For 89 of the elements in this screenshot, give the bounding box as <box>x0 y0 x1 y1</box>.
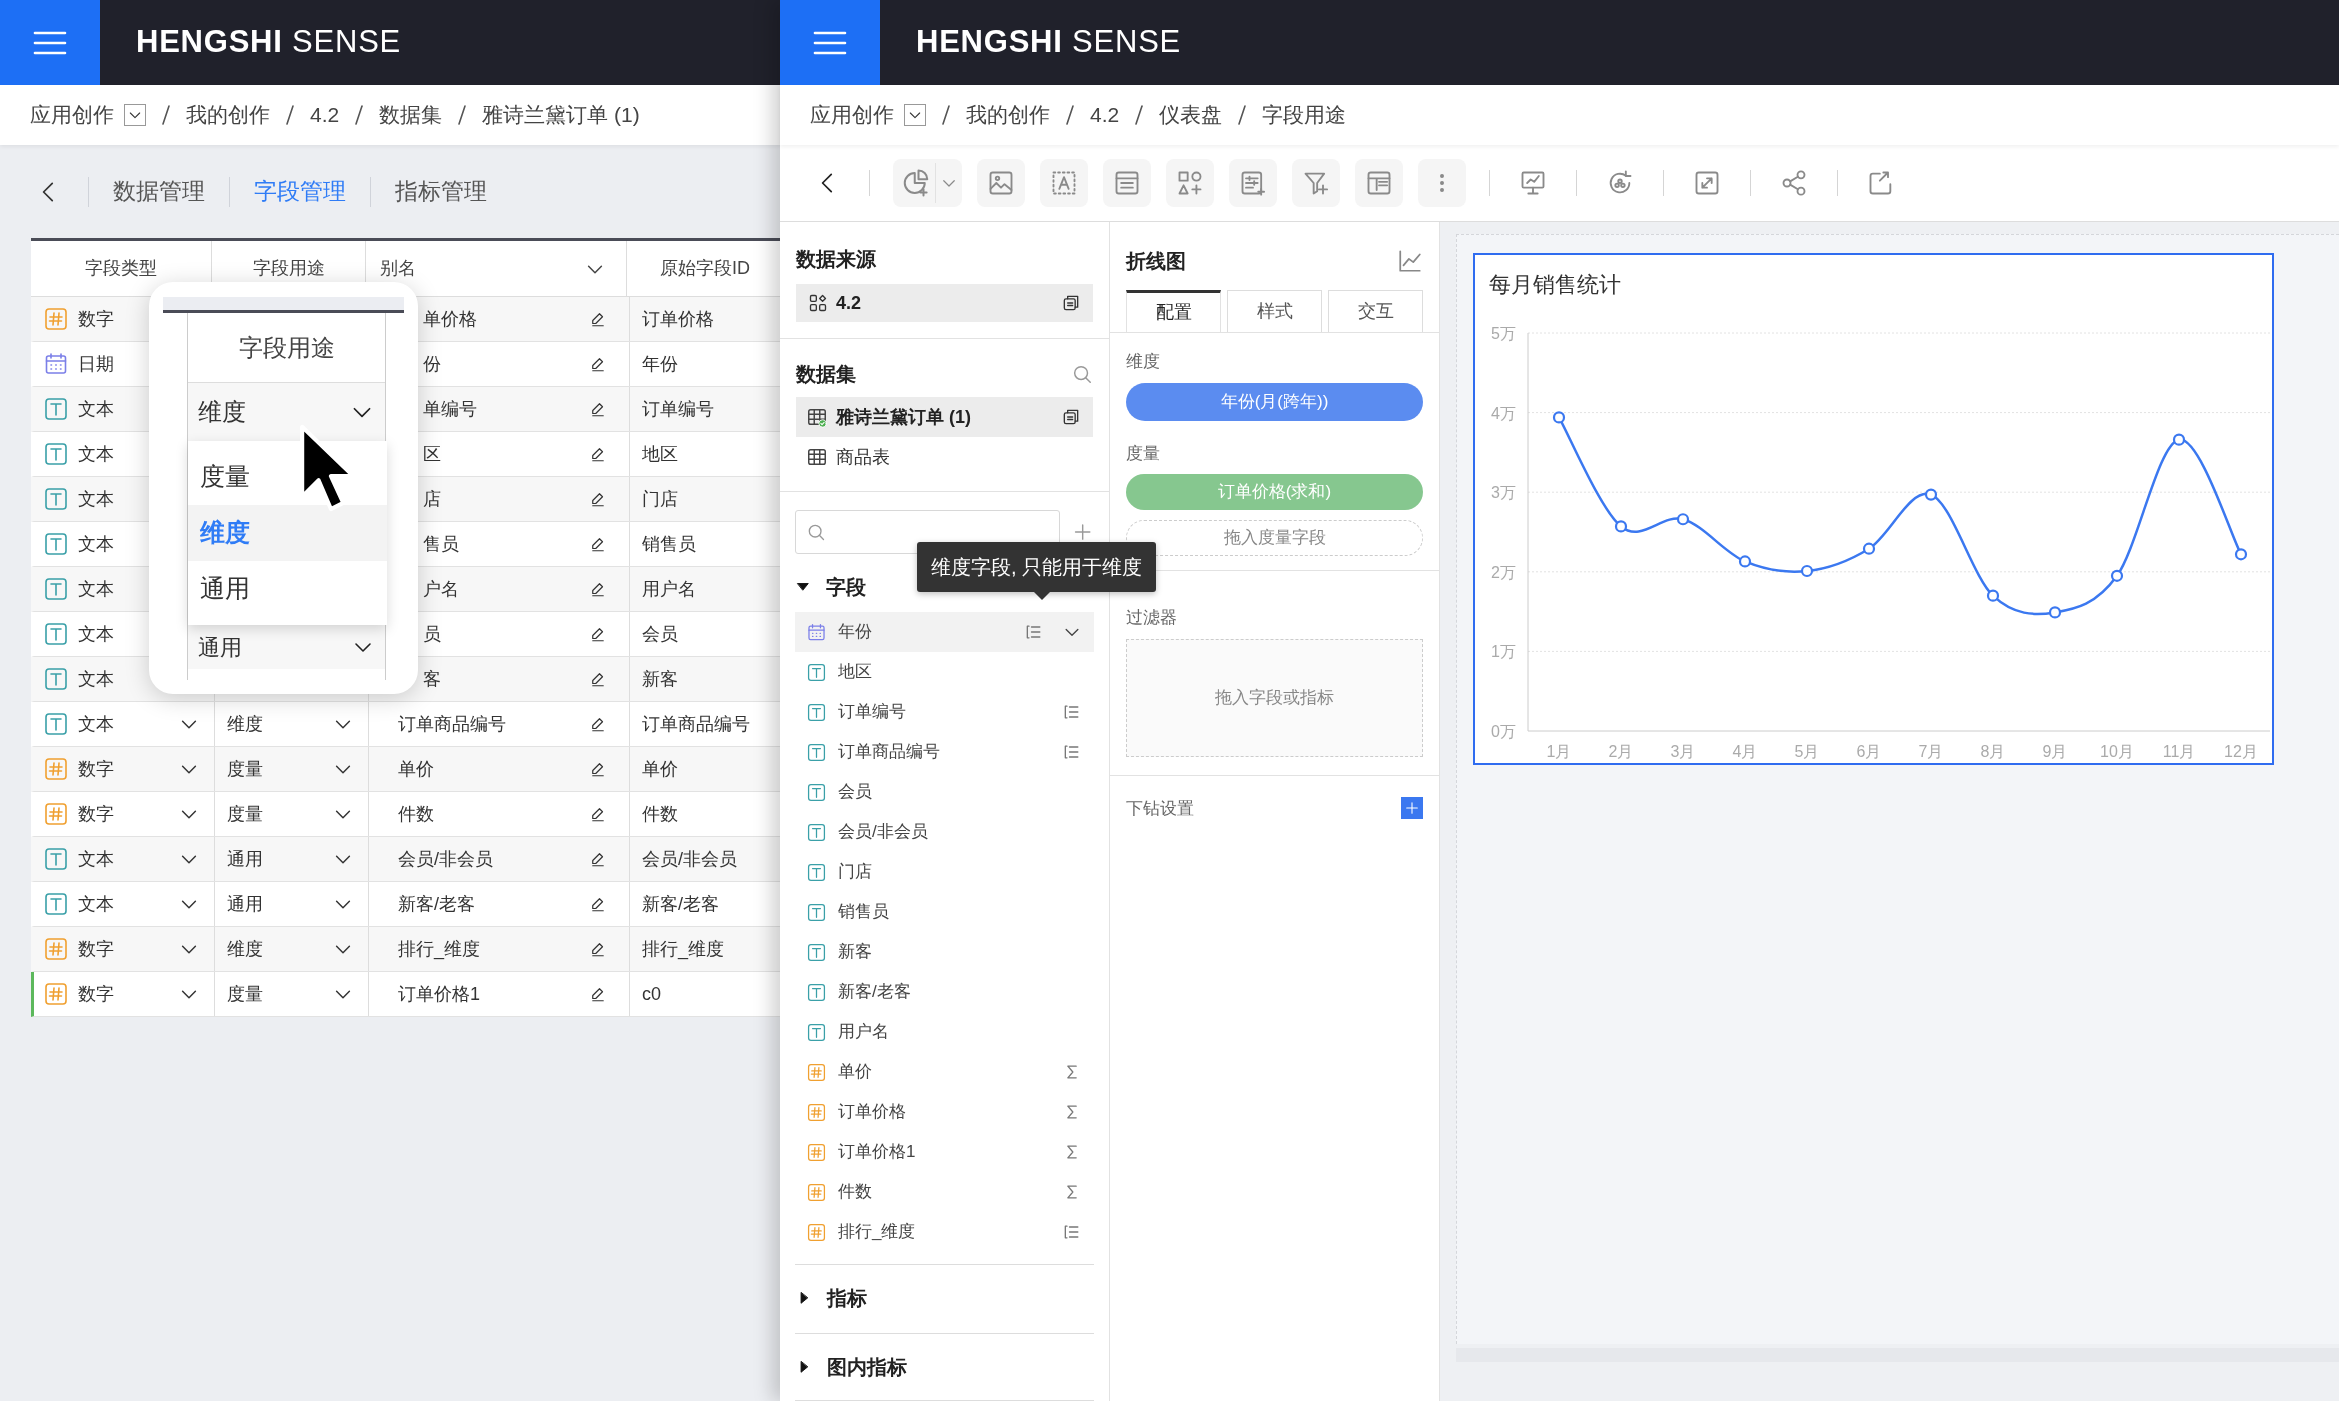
axis-tick-label: 11月 <box>2162 743 2196 760</box>
table-cell-text: 单价 <box>642 757 678 781</box>
table-cell-text: 数字 <box>78 802 115 826</box>
table-cell-text: 维度 <box>227 937 264 961</box>
table-cell-text: 文本 <box>78 712 115 736</box>
table-cell-text: 维度 <box>227 712 264 736</box>
table-cell-text: 数字 <box>78 937 115 961</box>
table-cell-text: 门店 <box>642 487 678 511</box>
table-cell-text: 排行_维度 <box>398 937 481 962</box>
table-cell-text: 份 <box>423 352 442 376</box>
table-cell-text: 客 <box>423 667 442 691</box>
table-cell-text: 订单价格 <box>642 307 714 331</box>
table-cell-text: 件数 <box>398 802 435 826</box>
table-cell-text: 户名 <box>423 577 460 601</box>
axis-tick-label: 3月 <box>1670 743 1696 760</box>
column-header: 别名 <box>380 257 416 280</box>
table-cell-text: 用户名 <box>642 577 696 601</box>
table-cell-text: 区 <box>423 442 442 466</box>
table-cell-text: 通用 <box>227 847 264 871</box>
table-cell-text: 售员 <box>423 532 460 556</box>
table-cell-text: 会员 <box>642 622 678 646</box>
table-cell-text: 单编号 <box>423 397 478 421</box>
table-cell-text: 度量 <box>227 757 264 781</box>
field-label: 度量 <box>1126 442 1161 465</box>
axis-tick-label: 4万 <box>1491 404 1516 422</box>
axis-tick-label: 1万 <box>1491 643 1516 661</box>
table-cell-text: 会员/非会员 <box>642 847 737 871</box>
field-label: 过滤器 <box>1126 607 1178 629</box>
table-cell-text: 新客/老客 <box>398 892 476 916</box>
column-header: 字段用途 <box>252 257 325 280</box>
table-cell-text: 度量 <box>227 982 264 1006</box>
table-cell-text: 文本 <box>78 667 115 691</box>
table-cell-text: 度量 <box>227 802 264 826</box>
field-label: 下钻设置 <box>1126 797 1194 820</box>
axis-tick-label: 5万 <box>1491 325 1516 342</box>
tooltip: 维度字段, 只能用于维度 <box>917 542 1157 592</box>
table-cell-text: 会员/非会员 <box>398 847 494 871</box>
table-cell-text: 文本 <box>78 847 115 871</box>
axis-tick-label: 4月 <box>1732 743 1758 760</box>
axis-tick-label: 12月 <box>2224 743 2258 760</box>
table-cell-text: 排行_维度 <box>642 937 724 962</box>
table-cell-text: 订单编号 <box>642 397 714 421</box>
axis-tick-label: 10月 <box>2100 743 2134 760</box>
table-cell-text: 文本 <box>78 622 115 646</box>
chart-title: 每月销售统计 <box>1488 271 1622 299</box>
axis-tick-label: 0万 <box>1491 723 1516 740</box>
table-cell-text: 文本 <box>78 487 115 511</box>
table-cell-text: 地区 <box>642 442 678 466</box>
column-header: 原始字段ID <box>660 257 750 280</box>
panel-title: 折线图 <box>1126 249 1186 274</box>
table-cell-text: 订单价格1 <box>398 982 481 1006</box>
table-cell-text: 新客 <box>642 667 678 691</box>
axis-tick-label: 2月 <box>1608 743 1634 760</box>
app-title: HENGSHI SENSE <box>136 23 402 62</box>
table-cell-text: 数字 <box>78 757 115 781</box>
table-cell-text: 数字 <box>78 982 115 1006</box>
table-cell-text: 数字 <box>78 307 115 331</box>
table-cell-text: 文本 <box>78 577 115 601</box>
axis-tick-label: 1月 <box>1546 743 1572 760</box>
table-cell-text: c0 <box>642 982 661 1006</box>
table-cell-text: 文本 <box>78 397 115 421</box>
axis-tick-label: 5月 <box>1794 743 1820 760</box>
axis-tick-label: 7月 <box>1918 743 1944 760</box>
table-cell-text: 文本 <box>78 442 115 466</box>
axis-tick-label: 9月 <box>2042 743 2068 760</box>
table-cell-text: 文本 <box>78 532 115 556</box>
table-cell-text: 日期 <box>78 352 115 376</box>
column-header: 字段用途 <box>238 332 335 363</box>
table-cell-text: 订单商品编号 <box>642 712 750 736</box>
table-cell-text: 订单商品编号 <box>398 712 507 736</box>
table-cell-text: 员 <box>423 622 442 646</box>
table-cell-text: 件数 <box>642 802 678 826</box>
table-cell-text: 销售员 <box>642 532 696 556</box>
section-title: 数据来源 <box>796 247 877 272</box>
axis-tick-label: 2万 <box>1491 563 1516 581</box>
section-title: 数据集 <box>796 362 856 387</box>
table-cell-text: 单价 <box>398 757 435 781</box>
app-title: HENGSHI SENSE <box>916 23 1182 62</box>
axis-tick-label: 8月 <box>1980 743 2006 760</box>
table-cell-text: 店 <box>423 487 442 511</box>
table-cell-text: 单价格 <box>423 307 478 331</box>
table-cell-text: 新客/老客 <box>642 892 719 916</box>
table-cell-text: 文本 <box>78 892 115 916</box>
column-header: 字段类型 <box>85 257 157 280</box>
axis-tick-label: 3万 <box>1491 484 1516 502</box>
table-cell-text: 通用 <box>227 892 264 916</box>
table-cell-text: 年份 <box>642 352 678 376</box>
axis-tick-label: 6月 <box>1856 743 1882 760</box>
field-label: 维度 <box>1126 351 1161 373</box>
